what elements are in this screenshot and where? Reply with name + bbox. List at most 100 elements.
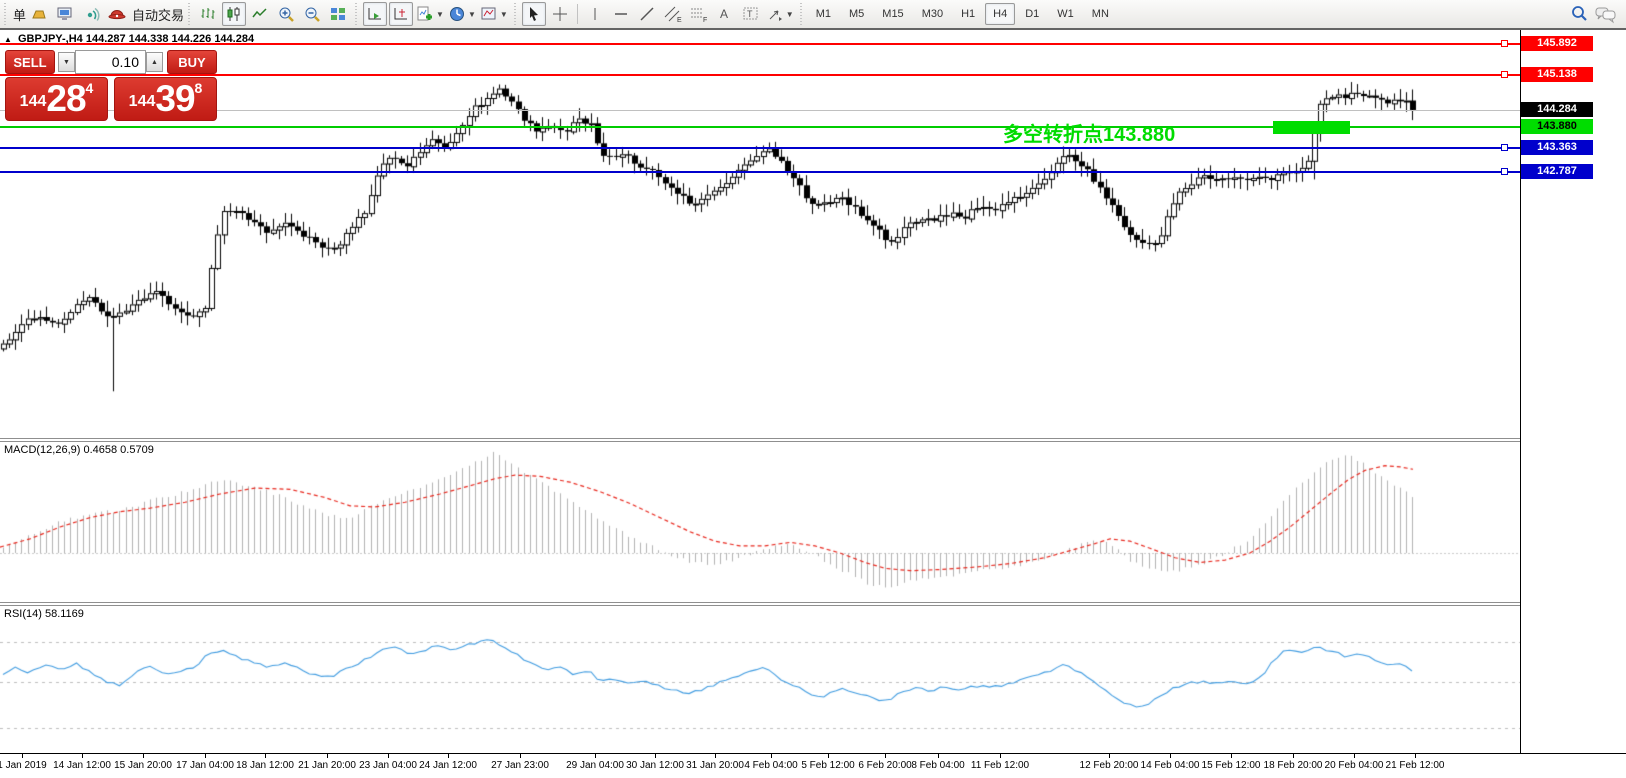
symbol-info: ▲ GBPJPY-,H4 144.287 144.338 144.226 144… [4, 33, 254, 45]
toolbar-grip[interactable] [798, 3, 805, 25]
timeframe-m5[interactable]: M5 [841, 3, 872, 25]
timeframe-m15[interactable]: M15 [874, 3, 911, 25]
timeframe-m30[interactable]: M30 [914, 3, 951, 25]
time-axis-label: 29 Jan 04:00 [566, 760, 624, 771]
autotrading-icon[interactable] [105, 2, 129, 26]
time-axis-tick [1000, 754, 1001, 758]
macd-indicator-label: MACD(12,26,9) 0.4658 0.5709 [4, 444, 154, 456]
tile-windows-icon[interactable] [326, 2, 350, 26]
volume-increase-button[interactable]: ▲ [146, 52, 163, 72]
text-tool[interactable]: A [713, 2, 737, 26]
toolbar-grip[interactable] [512, 3, 519, 25]
chart-text-annotation[interactable]: 多空转折点143.880 [1003, 118, 1175, 147]
line-chart-icon[interactable] [248, 2, 272, 26]
horizontal-level-145.138[interactable] [0, 74, 1520, 76]
price-badge-144.284: 144.284 [1521, 102, 1593, 117]
time-axis-label: 21 Feb 12:00 [1386, 760, 1445, 771]
price-axis[interactable] [1520, 30, 1626, 753]
indicators-button[interactable]: ▼ [415, 2, 445, 26]
timeframe-mn[interactable]: MN [1084, 3, 1117, 25]
sell-price-sup: 4 [86, 80, 94, 96]
time-axis-label: 20 Feb 04:00 [1325, 760, 1384, 771]
time-axis-label: 24 Jan 12:00 [419, 760, 477, 771]
sell-button[interactable]: SELL [5, 50, 55, 74]
horizontal-level-144.284[interactable] [0, 110, 1520, 111]
line-endpoint-marker[interactable] [1501, 71, 1508, 78]
pane-separator[interactable] [0, 438, 1626, 442]
chart-shift-icon[interactable] [389, 2, 413, 26]
volume-input[interactable] [75, 50, 146, 74]
fibonacci-tool[interactable]: F [687, 2, 711, 26]
new-order-button[interactable]: 单 [13, 5, 26, 24]
time-axis-tick [82, 754, 83, 758]
terminal-icon[interactable] [53, 2, 77, 26]
timeframe-m1[interactable]: M1 [808, 3, 839, 25]
buy-button[interactable]: BUY [167, 50, 217, 74]
search-icon[interactable] [1567, 2, 1591, 26]
highlight-rectangle[interactable] [1273, 121, 1350, 134]
time-axis-tick [828, 754, 829, 758]
price-badge-142.787: 142.787 [1521, 164, 1593, 179]
buy-price-prefix: 144 [129, 87, 156, 117]
horizontal-level-143.363[interactable] [0, 147, 1520, 149]
timeframe-h1[interactable]: H1 [953, 3, 983, 25]
time-axis-tick [1231, 754, 1232, 758]
toolbar-grip[interactable] [353, 3, 360, 25]
line-endpoint-marker[interactable] [1501, 40, 1508, 47]
rsi-pane-canvas[interactable] [0, 606, 1520, 753]
cursor-tool[interactable] [522, 2, 546, 26]
time-axis-tick [1170, 754, 1171, 758]
symbol-ohlc: 144.287 144.338 144.226 144.284 [86, 33, 254, 45]
buy-price-button[interactable]: 144 39 8 [114, 77, 217, 121]
time-axis-label: 17 Jan 04:00 [176, 760, 234, 771]
timeframe-d1[interactable]: D1 [1017, 3, 1047, 25]
time-axis-tick [655, 754, 656, 758]
time-axis-tick [595, 754, 596, 758]
metaeditor-icon[interactable] [27, 2, 51, 26]
buy-price-big: 39 [155, 80, 194, 117]
line-endpoint-marker[interactable] [1501, 168, 1508, 175]
time-axis-label: 23 Jan 04:00 [359, 760, 417, 771]
pane-separator[interactable] [0, 602, 1626, 606]
line-endpoint-marker[interactable] [1501, 144, 1508, 151]
symbol-marker-icon: ▲ [4, 35, 12, 44]
sell-price-button[interactable]: 144 28 4 [5, 77, 108, 121]
zoom-out-icon[interactable] [300, 2, 324, 26]
time-axis-tick [1293, 754, 1294, 758]
time-axis-label: 5 Feb 12:00 [801, 760, 854, 771]
vertical-line-tool[interactable] [583, 2, 607, 26]
text-label-tool[interactable]: T [739, 2, 763, 26]
horizontal-line-tool[interactable] [609, 2, 633, 26]
equidistant-channel-tool[interactable]: E [661, 2, 685, 26]
time-axis[interactable]: 1 Jan 201914 Jan 12:0015 Jan 20:0017 Jan… [0, 753, 1626, 778]
time-axis-label: 31 Jan 20:00 [686, 760, 744, 771]
periods-button[interactable]: ▼ [447, 2, 477, 26]
volume-decrease-button[interactable]: ▼ [58, 52, 75, 72]
trendline-tool[interactable] [635, 2, 659, 26]
chevron-down-icon: ▼ [500, 10, 508, 19]
crosshair-tool[interactable] [548, 2, 572, 26]
time-axis-label: 14 Feb 04:00 [1141, 760, 1200, 771]
main-chart-canvas[interactable] [0, 30, 1520, 438]
timeframe-h4[interactable]: H4 [985, 3, 1015, 25]
chat-icon[interactable] [1593, 2, 1619, 26]
main-toolbar: 单 自动交易 ▼ ▼ ▼ [0, 0, 1626, 30]
time-axis-tick [143, 754, 144, 758]
price-badge-143.880: 143.880 [1521, 119, 1593, 134]
horizontal-level-142.787[interactable] [0, 171, 1520, 173]
macd-pane-canvas[interactable] [0, 442, 1520, 602]
time-axis-label: 30 Jan 12:00 [626, 760, 684, 771]
autotrading-label[interactable]: 自动交易 [132, 5, 184, 24]
toolbar-grip[interactable] [2, 3, 9, 25]
candlestick-chart-icon[interactable] [222, 2, 246, 26]
time-axis-tick [885, 754, 886, 758]
toolbar-grip[interactable] [186, 3, 193, 25]
chart-window: 145.892145.138144.284143.880143.363142.7… [0, 30, 1626, 778]
auto-scroll-icon[interactable] [363, 2, 387, 26]
timeframe-w1[interactable]: W1 [1049, 3, 1082, 25]
zoom-in-icon[interactable] [274, 2, 298, 26]
templates-button[interactable]: ▼ [479, 2, 509, 26]
bar-chart-icon[interactable] [196, 2, 220, 26]
signals-icon[interactable] [79, 2, 103, 26]
arrows-tool[interactable]: ▼ [765, 2, 795, 26]
